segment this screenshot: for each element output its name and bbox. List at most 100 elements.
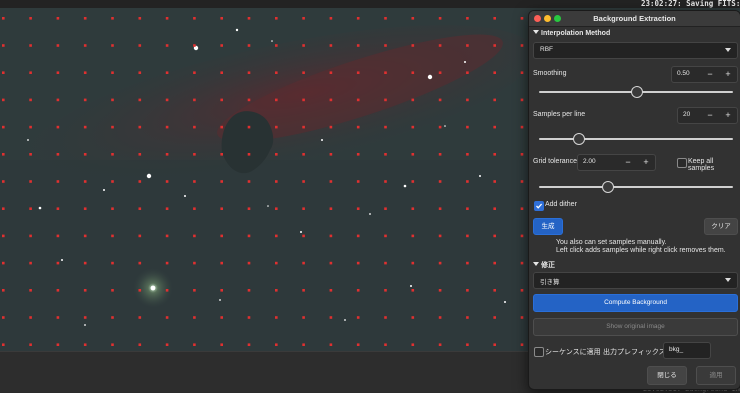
sample-point[interactable]	[29, 71, 32, 74]
sample-point[interactable]	[275, 125, 278, 129]
sample-point[interactable]	[83, 180, 87, 183]
sample-point[interactable]	[466, 17, 469, 20]
sample-point[interactable]	[438, 207, 442, 210]
sample-point[interactable]	[165, 125, 169, 129]
sample-point[interactable]	[111, 125, 114, 129]
sample-point[interactable]	[83, 125, 87, 129]
sample-point[interactable]	[138, 234, 142, 238]
sample-point[interactable]	[111, 207, 114, 210]
sample-point[interactable]	[520, 343, 524, 346]
sample-point[interactable]	[83, 44, 87, 47]
sample-point[interactable]	[220, 234, 223, 238]
sample-point[interactable]	[193, 180, 196, 183]
sample-point[interactable]	[302, 234, 305, 238]
sample-point[interactable]	[329, 207, 333, 210]
sample-point[interactable]	[411, 71, 415, 74]
sample-point[interactable]	[302, 125, 305, 129]
grid-tolerance-slider[interactable]	[539, 186, 733, 188]
sample-point[interactable]	[329, 98, 333, 102]
sample-point[interactable]	[302, 71, 305, 74]
sample-point[interactable]	[356, 180, 360, 183]
interpolation-method-select[interactable]: RBF	[533, 42, 738, 59]
sample-point[interactable]	[329, 289, 333, 292]
sample-point[interactable]	[493, 44, 496, 47]
sample-point[interactable]	[138, 289, 142, 292]
sample-point[interactable]	[302, 44, 305, 47]
sample-point[interactable]	[165, 234, 169, 238]
sample-point[interactable]	[411, 289, 415, 292]
sample-point[interactable]	[493, 207, 496, 210]
sample-point[interactable]	[275, 71, 278, 74]
sample-point[interactable]	[302, 343, 305, 346]
sample-point[interactable]	[193, 234, 196, 238]
show-original-image-button[interactable]: Show original image	[533, 318, 738, 336]
sample-point[interactable]	[329, 153, 333, 156]
sample-point[interactable]	[193, 125, 196, 129]
sample-point[interactable]	[411, 343, 415, 346]
sample-point[interactable]	[384, 261, 387, 265]
sample-point[interactable]	[2, 343, 5, 346]
sample-point[interactable]	[220, 71, 223, 74]
sample-point[interactable]	[329, 17, 333, 20]
sample-point[interactable]	[2, 71, 5, 74]
sample-point[interactable]	[56, 316, 60, 319]
sample-point[interactable]	[275, 343, 278, 346]
plus-icon[interactable]: +	[719, 108, 737, 123]
sample-point[interactable]	[165, 289, 169, 292]
sample-point[interactable]	[302, 98, 305, 102]
sample-point[interactable]	[193, 316, 196, 319]
sample-point[interactable]	[138, 125, 142, 129]
sample-point[interactable]	[247, 153, 251, 156]
sample-point[interactable]	[56, 343, 60, 346]
sample-point[interactable]	[466, 343, 469, 346]
sample-point[interactable]	[411, 180, 415, 183]
sample-point[interactable]	[111, 17, 114, 20]
sample-point[interactable]	[411, 261, 415, 265]
sample-point[interactable]	[356, 71, 360, 74]
sample-point[interactable]	[111, 343, 114, 346]
sample-point[interactable]	[165, 153, 169, 156]
sample-point[interactable]	[438, 343, 442, 346]
sample-point[interactable]	[2, 17, 5, 20]
sample-point[interactable]	[220, 17, 223, 20]
sample-point[interactable]	[83, 153, 87, 156]
sample-point[interactable]	[411, 234, 415, 238]
sample-point[interactable]	[275, 207, 278, 210]
sample-point[interactable]	[2, 289, 5, 292]
sample-point[interactable]	[275, 44, 278, 47]
sample-point[interactable]	[520, 207, 524, 210]
sample-point[interactable]	[329, 44, 333, 47]
sample-point[interactable]	[493, 343, 496, 346]
sample-point[interactable]	[165, 44, 169, 47]
sample-point[interactable]	[193, 343, 196, 346]
sample-point[interactable]	[520, 316, 524, 319]
sample-point[interactable]	[138, 153, 142, 156]
sample-point[interactable]	[56, 180, 60, 183]
sample-point[interactable]	[411, 207, 415, 210]
sample-point[interactable]	[520, 125, 524, 129]
sample-point[interactable]	[56, 234, 60, 238]
sample-point[interactable]	[247, 125, 251, 129]
sample-point[interactable]	[220, 125, 223, 129]
minus-icon[interactable]: −	[619, 155, 637, 170]
sample-point[interactable]	[302, 289, 305, 292]
sample-point[interactable]	[411, 316, 415, 319]
sample-point[interactable]	[275, 289, 278, 292]
sample-point[interactable]	[384, 17, 387, 20]
sample-point[interactable]	[29, 153, 32, 156]
sample-point[interactable]	[193, 98, 196, 102]
sample-point[interactable]	[247, 98, 251, 102]
sample-point[interactable]	[83, 234, 87, 238]
sample-point[interactable]	[329, 316, 333, 319]
sample-point[interactable]	[29, 289, 32, 292]
sample-point[interactable]	[29, 234, 32, 238]
sample-point[interactable]	[384, 316, 387, 319]
samples-slider-handle[interactable]	[572, 133, 585, 145]
sample-point[interactable]	[438, 98, 442, 102]
sample-point[interactable]	[466, 98, 469, 102]
sample-point[interactable]	[438, 180, 442, 183]
sample-point[interactable]	[438, 153, 442, 156]
sample-point[interactable]	[2, 125, 5, 129]
sample-point[interactable]	[29, 17, 32, 20]
sample-point[interactable]	[466, 71, 469, 74]
